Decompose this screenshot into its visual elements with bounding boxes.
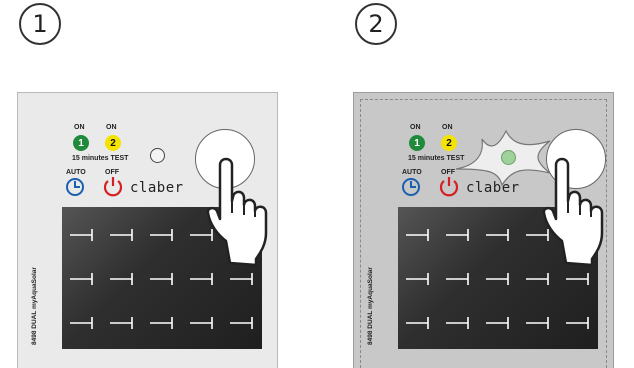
clock-icon <box>66 178 84 196</box>
model-text: 8498 DUAL myAquaSolar <box>367 267 374 345</box>
zone-1-led: 1 <box>409 135 425 151</box>
hand-pointer-icon <box>542 157 604 267</box>
zone-2-led: 2 <box>105 135 121 151</box>
model-text: 8498 DUAL myAquaSolar <box>31 267 38 345</box>
auto-label: AUTO <box>66 169 86 176</box>
on-label-1: ON <box>74 124 85 131</box>
power-icon <box>103 177 123 197</box>
zone-1-led: 1 <box>73 135 89 151</box>
brand-logo: claber <box>130 180 184 196</box>
step-2-badge: 2 <box>355 3 397 45</box>
controller-panel-1: ON ON 1 2 15 minutes TEST AUTO OFF clabe… <box>17 92 278 368</box>
auto-label: AUTO <box>402 169 422 176</box>
on-label-1: ON <box>410 124 421 131</box>
indicator-light <box>150 148 165 163</box>
on-label-2: ON <box>442 124 453 131</box>
clock-icon <box>402 178 420 196</box>
test-label: 15 minutes TEST <box>72 155 129 162</box>
indicator-light <box>501 150 516 165</box>
controller-panel-2: ON ON 1 2 15 minutes TEST AUTO OFF clabe… <box>353 92 614 368</box>
step-1-badge: 1 <box>19 3 61 45</box>
hand-pointer-icon <box>206 157 268 267</box>
on-label-2: ON <box>106 124 117 131</box>
